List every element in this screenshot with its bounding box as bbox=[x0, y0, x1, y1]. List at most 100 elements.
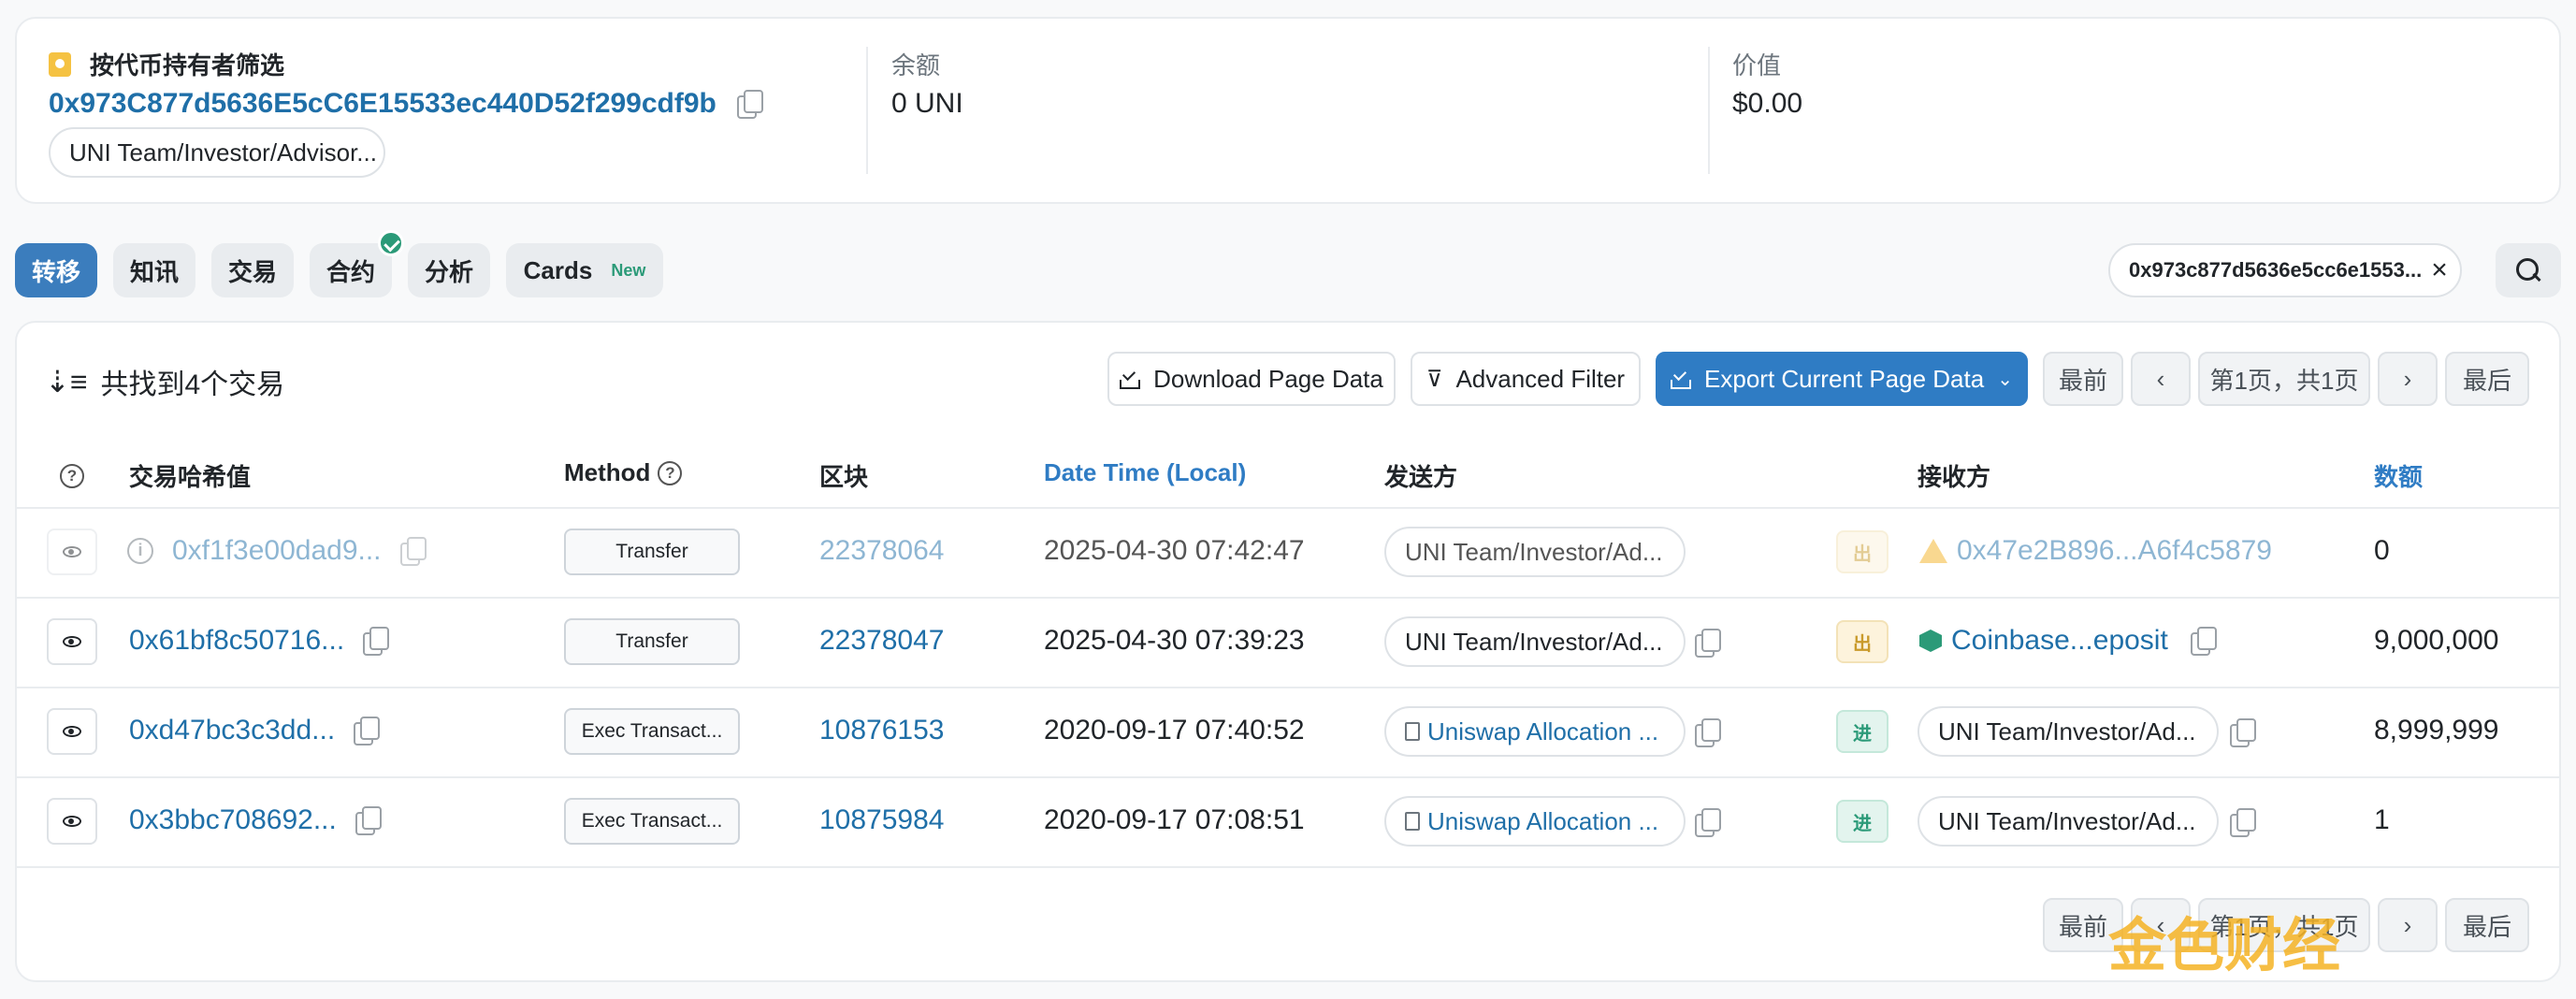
to-address-link[interactable]: Coinbase...eposit bbox=[1951, 625, 2168, 657]
chevron-left-icon: ‹ bbox=[2156, 364, 2165, 393]
block-link[interactable]: 10875984 bbox=[819, 804, 944, 836]
header-block: 区块 bbox=[819, 463, 869, 491]
first-page-button[interactable]: 最前 bbox=[2043, 352, 2123, 406]
download-icon bbox=[1120, 369, 1141, 389]
eye-icon bbox=[63, 546, 81, 557]
tx-hash-cell: 0xd47bc3c3dd... bbox=[129, 715, 381, 746]
advanced-filter-button[interactable]: ⊽ Advanced Filter bbox=[1411, 352, 1641, 406]
tab-contract[interactable]: 合约 bbox=[310, 243, 392, 297]
to-address-pill[interactable]: UNI Team/Investor/Ad... bbox=[1918, 706, 2219, 757]
header-to: 接收方 bbox=[1918, 463, 1991, 491]
tab-label: 交易 bbox=[227, 257, 277, 286]
tab-cards[interactable]: Cards New bbox=[506, 243, 663, 297]
from-address-pill[interactable]: Uniswap Allocation ... bbox=[1384, 706, 1686, 757]
tab-info[interactable]: 知讯 bbox=[113, 243, 195, 297]
tx-hash-link[interactable]: 0x3bbc708692... bbox=[129, 804, 337, 836]
verified-check-icon bbox=[378, 230, 404, 256]
block-link[interactable]: 22378047 bbox=[819, 625, 944, 657]
tab-transfers[interactable]: 转移 bbox=[15, 243, 97, 297]
tab-label: 转移 bbox=[31, 257, 80, 286]
last-page-button[interactable]: 最后 bbox=[2445, 352, 2529, 406]
copy-icon[interactable] bbox=[736, 90, 763, 119]
to-address-cell: 0x47e2B896...A6f4c5879 bbox=[1919, 535, 2272, 567]
first-label: 最前 bbox=[2058, 366, 2107, 395]
tx-hash-link[interactable]: 0xf1f3e00dad9... bbox=[172, 535, 382, 567]
holder-tag[interactable]: UNI Team/Investor/Advisor... bbox=[49, 127, 385, 178]
header-datetime[interactable]: Date Time (Local) bbox=[1044, 458, 1246, 487]
amount-value: 8,999,999 bbox=[2374, 715, 2499, 746]
search-button[interactable] bbox=[2496, 243, 2561, 297]
export-current-page-button[interactable]: Export Current Page Data ⌄ bbox=[1656, 352, 2028, 406]
prev-page-button[interactable]: ‹ bbox=[2131, 352, 2191, 406]
eye-icon bbox=[63, 726, 81, 737]
tab-label: 合约 bbox=[326, 257, 375, 286]
direction-badge: 进 bbox=[1836, 710, 1889, 753]
header-method: Method? bbox=[564, 458, 683, 487]
from-label: Uniswap Allocation ... bbox=[1427, 717, 1659, 746]
copy-icon[interactable] bbox=[1695, 718, 1721, 747]
search-icon bbox=[2516, 258, 2540, 282]
copy-icon[interactable] bbox=[2230, 808, 2256, 837]
eye-icon bbox=[63, 636, 81, 647]
holder-tag-label: UNI Team/Investor/Advisor... bbox=[69, 138, 377, 166]
page-info-label: 第1页，共1页 bbox=[2209, 366, 2359, 395]
copy-icon[interactable] bbox=[1695, 629, 1721, 658]
block-link[interactable]: 22378064 bbox=[819, 535, 944, 567]
tab-trades[interactable]: 交易 bbox=[211, 243, 294, 297]
download-page-data-button[interactable]: Download Page Data bbox=[1107, 352, 1396, 406]
view-button[interactable] bbox=[47, 798, 97, 845]
export-label: Export Current Page Data bbox=[1704, 364, 1985, 393]
copy-icon[interactable] bbox=[1695, 808, 1721, 837]
tab-analytics[interactable]: 分析 bbox=[408, 243, 490, 297]
copy-icon[interactable] bbox=[2230, 718, 2256, 747]
view-button[interactable] bbox=[47, 528, 97, 575]
copy-icon[interactable] bbox=[2190, 627, 2217, 656]
tx-hash-link[interactable]: 0x61bf8c50716... bbox=[129, 625, 344, 657]
view-button[interactable] bbox=[47, 618, 97, 665]
holder-filter-label: 按代币持有者筛选 bbox=[49, 47, 284, 81]
tab-label: 分析 bbox=[424, 257, 473, 286]
info-icon: i bbox=[127, 538, 153, 564]
method-badge: Exec Transact... bbox=[564, 798, 740, 845]
from-address-pill[interactable]: UNI Team/Investor/Ad... bbox=[1384, 616, 1686, 667]
to-address-pill[interactable]: UNI Team/Investor/Ad... bbox=[1918, 796, 2219, 847]
holder-address-row: 0x973C877d5636E5cC6E15533ec440D52f299cdf… bbox=[49, 88, 763, 120]
holder-summary-card: 按代币持有者筛选 0x973C877d5636E5cC6E15533ec440D… bbox=[15, 17, 2561, 204]
new-badge: New bbox=[611, 260, 646, 280]
tx-time: 2025-04-30 07:42:47 bbox=[1044, 535, 1305, 566]
copy-icon[interactable] bbox=[363, 627, 390, 656]
sort-icon[interactable]: ⇣≡ bbox=[45, 364, 87, 399]
header-from: 发送方 bbox=[1384, 463, 1458, 491]
direction-badge: 进 bbox=[1836, 800, 1889, 843]
to-label: UNI Team/Investor/Ad... bbox=[1938, 717, 2196, 746]
method-badge: Exec Transact... bbox=[564, 708, 740, 755]
holder-address-link[interactable]: 0x973C877d5636E5cC6E15533ec440D52f299cdf… bbox=[49, 88, 716, 120]
chevron-down-icon: ⌄ bbox=[1997, 369, 2013, 390]
from-label: UNI Team/Investor/Ad... bbox=[1405, 537, 1663, 566]
copy-icon[interactable] bbox=[355, 806, 382, 835]
watermark-text: 金色财经 bbox=[2108, 914, 2341, 978]
method-badge: Transfer bbox=[564, 618, 740, 665]
amount-value: 0 bbox=[2374, 535, 2390, 566]
header-method-label: Method bbox=[564, 458, 651, 486]
view-button[interactable] bbox=[47, 708, 97, 755]
block-link[interactable]: 10876153 bbox=[819, 715, 944, 746]
found-text: 共找到4个交易 bbox=[100, 369, 285, 400]
watermark-logo: 金色财经 bbox=[2108, 889, 2557, 992]
divider bbox=[15, 866, 2561, 868]
to-address-link[interactable]: 0x47e2B896...A6f4c5879 bbox=[1957, 535, 2272, 567]
contact-icon bbox=[49, 51, 71, 77]
from-address-pill[interactable]: UNI Team/Investor/Ad... bbox=[1384, 527, 1686, 577]
help-icon[interactable]: ? bbox=[658, 460, 683, 485]
close-icon[interactable]: × bbox=[2431, 254, 2448, 286]
balance-value: 0 UNI bbox=[891, 88, 963, 119]
warning-icon bbox=[1919, 539, 1947, 563]
advanced-filter-label: Advanced Filter bbox=[1455, 364, 1626, 393]
copy-icon[interactable] bbox=[354, 717, 381, 746]
tx-hash-link[interactable]: 0xd47bc3c3dd... bbox=[129, 715, 335, 746]
help-icon[interactable]: ? bbox=[60, 458, 84, 488]
header-amount[interactable]: 数额 bbox=[2374, 458, 2423, 493]
copy-icon[interactable] bbox=[399, 537, 427, 566]
from-address-pill[interactable]: Uniswap Allocation ... bbox=[1384, 796, 1686, 847]
next-page-button[interactable]: › bbox=[2378, 352, 2438, 406]
